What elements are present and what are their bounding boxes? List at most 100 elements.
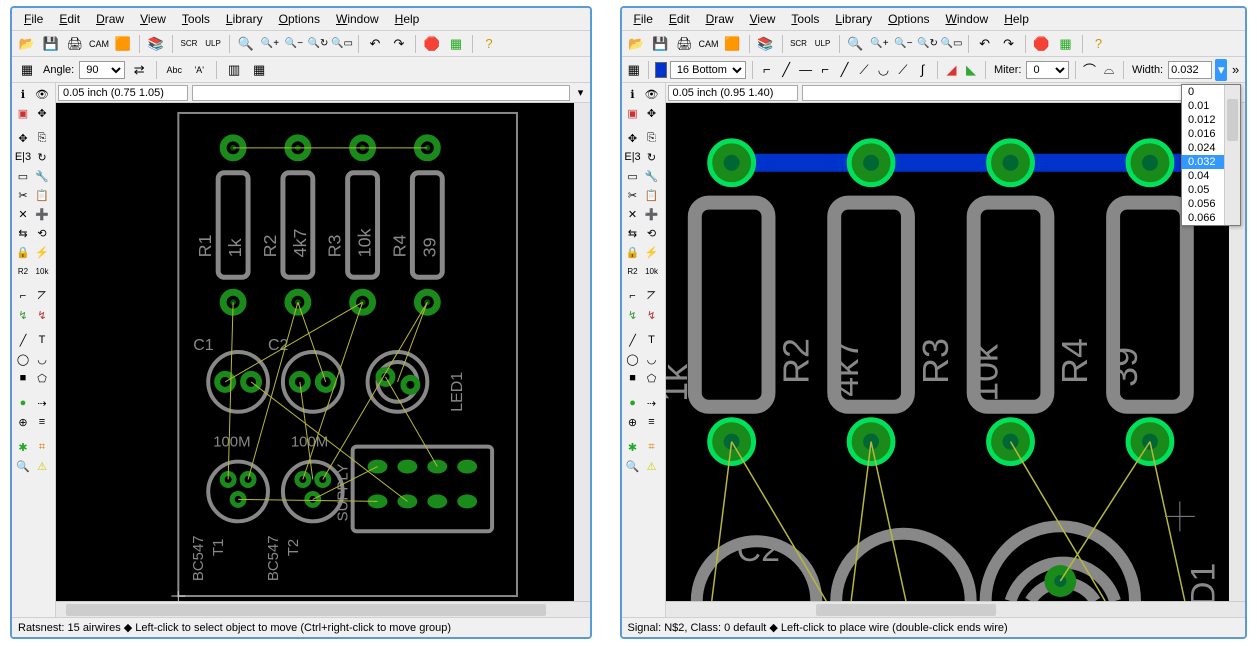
show-icon[interactable]: 👁 xyxy=(643,85,661,103)
rotate-icon[interactable]: ↻ xyxy=(33,148,51,166)
scrollbar-horizontal[interactable] xyxy=(56,601,590,617)
name-icon[interactable]: Abc xyxy=(163,59,185,81)
board-icon[interactable]: 🟧 xyxy=(722,33,744,55)
zoom-select-icon[interactable]: 🔍▭ xyxy=(941,33,963,55)
board-canvas[interactable]: R1 1k R2 4k7 R3 10k R4 39 xyxy=(56,103,590,601)
mirror-tool-icon[interactable]: E|3 xyxy=(624,148,642,166)
dropdown-scrollbar[interactable] xyxy=(1224,85,1240,225)
save-icon[interactable]: 💾 xyxy=(650,33,672,55)
erc-icon[interactable]: 🔍 xyxy=(14,457,32,475)
errors-icon[interactable]: ⚠ xyxy=(33,457,51,475)
ripup-icon[interactable]: ↯ xyxy=(643,306,661,324)
help-icon[interactable]: ? xyxy=(478,33,500,55)
redo-icon[interactable]: ↷ xyxy=(998,33,1020,55)
zoom-out-icon[interactable]: 🔍− xyxy=(283,33,305,55)
add-icon[interactable]: ➕ xyxy=(33,205,51,223)
auto-icon[interactable]: ⌗ xyxy=(33,438,51,456)
scrollbar-vertical[interactable] xyxy=(574,103,590,601)
hole-icon[interactable]: ⊕ xyxy=(14,413,32,431)
cam-icon[interactable]: CAM xyxy=(698,33,720,55)
menu-window[interactable]: Window xyxy=(938,10,997,28)
poly-icon[interactable]: ⬠ xyxy=(33,369,51,387)
group-icon[interactable]: ▭ xyxy=(14,167,32,185)
signal-icon[interactable]: ⇢ xyxy=(33,394,51,412)
miter-icon[interactable]: ⦢ xyxy=(33,287,51,305)
move-icon[interactable]: ✥ xyxy=(14,129,32,147)
bend-6-icon[interactable]: ◡ xyxy=(875,59,891,81)
value-tool-icon[interactable]: 10k xyxy=(33,262,51,280)
cam-icon[interactable]: CAM xyxy=(88,33,110,55)
print-icon[interactable]: 🖨 xyxy=(64,33,86,55)
layer-swatch[interactable] xyxy=(655,62,667,78)
route-icon[interactable]: ↯ xyxy=(14,306,32,324)
rect-icon[interactable]: ■ xyxy=(14,369,32,387)
delete-icon[interactable]: ✕ xyxy=(14,205,32,223)
stop-icon[interactable]: 🛑 xyxy=(421,33,443,55)
width-option[interactable]: 0 xyxy=(1182,85,1224,99)
circle-icon[interactable]: ◯ xyxy=(624,350,642,368)
width-option[interactable]: 0.032 xyxy=(1182,155,1224,169)
width-option[interactable]: 0.04 xyxy=(1182,169,1224,183)
zoom-in-icon[interactable]: 🔍+ xyxy=(869,33,891,55)
grid-icon[interactable]: ▦ xyxy=(16,59,38,81)
ratsnest-icon[interactable]: ✱ xyxy=(624,438,642,456)
text-icon[interactable]: T xyxy=(643,331,661,349)
menu-help[interactable]: Help xyxy=(387,10,428,28)
bend-1-icon[interactable]: ╱ xyxy=(778,59,794,81)
miter-icon[interactable]: ⦢ xyxy=(643,287,661,305)
name-tool-icon[interactable]: R2 xyxy=(14,262,32,280)
miter-combo[interactable]: 0 xyxy=(1026,61,1068,79)
signal-icon[interactable]: ⇢ xyxy=(643,394,661,412)
width-combo[interactable] xyxy=(1168,61,1212,79)
arc-icon[interactable]: ◡ xyxy=(33,350,51,368)
command-line[interactable] xyxy=(192,85,570,101)
mirror-tool-icon[interactable]: E|3 xyxy=(14,148,32,166)
paste-icon[interactable]: 📋 xyxy=(33,186,51,204)
display-icon[interactable]: ▣ xyxy=(624,104,642,122)
erc-icon[interactable]: 🔍 xyxy=(624,457,642,475)
smash-icon[interactable]: ⚡ xyxy=(643,243,661,261)
command-input[interactable] xyxy=(807,87,1220,99)
dropdown-arrow-icon[interactable]: ▾ xyxy=(574,86,588,99)
menu-tools[interactable]: Tools xyxy=(783,10,827,28)
show-icon[interactable]: 👁 xyxy=(33,85,51,103)
miter-round-icon[interactable]: ◢ xyxy=(943,59,959,81)
move-icon[interactable]: ✥ xyxy=(624,129,642,147)
change-icon[interactable]: 🔧 xyxy=(643,167,661,185)
circle-icon[interactable]: ◯ xyxy=(14,350,32,368)
menu-window[interactable]: Window xyxy=(328,10,387,28)
library-icon[interactable]: 📚 xyxy=(755,33,777,55)
menu-library[interactable]: Library xyxy=(827,10,880,28)
value-icon[interactable]: 'A' xyxy=(188,59,210,81)
width-option[interactable]: 0.012 xyxy=(1182,113,1224,127)
add-icon[interactable]: ➕ xyxy=(643,205,661,223)
rect-icon[interactable]: ■ xyxy=(624,369,642,387)
open-icon[interactable]: 📂 xyxy=(16,33,38,55)
save-icon[interactable]: 💾 xyxy=(40,33,62,55)
menu-tools[interactable]: Tools xyxy=(174,10,218,28)
rotate-icon[interactable]: ↻ xyxy=(643,148,661,166)
smash-icon[interactable]: ⚡ xyxy=(33,243,51,261)
bend-0-icon[interactable]: ⌐ xyxy=(759,59,775,81)
stop-icon[interactable]: 🛑 xyxy=(1031,33,1053,55)
bend-3-icon[interactable]: ⌐ xyxy=(817,59,833,81)
width-option[interactable]: 0.05 xyxy=(1182,183,1224,197)
bend-4-icon[interactable]: ╱ xyxy=(836,59,852,81)
split-icon[interactable]: ⌐ xyxy=(624,287,642,305)
open-icon[interactable]: 📂 xyxy=(626,33,648,55)
lock-icon[interactable]: 🔒 xyxy=(14,243,32,261)
undo-icon[interactable]: ↶ xyxy=(974,33,996,55)
wire-icon[interactable]: ╱ xyxy=(624,331,642,349)
panel1-icon[interactable]: ▥ xyxy=(223,59,245,81)
value-tool-icon[interactable]: 10k xyxy=(643,262,661,280)
menu-view[interactable]: View xyxy=(132,10,174,28)
radius-icon[interactable]: ⌒ xyxy=(1081,59,1097,81)
split-icon[interactable]: ⌐ xyxy=(14,287,32,305)
mirror-icon[interactable]: ⇄ xyxy=(128,59,150,81)
replace-icon[interactable]: ⟲ xyxy=(643,224,661,242)
layer-combo[interactable]: 16 Bottom xyxy=(670,61,746,79)
width-dropdown[interactable]: 00.010.0120.0160.0240.0320.040.050.0560.… xyxy=(1181,84,1241,226)
print-icon[interactable]: 🖨 xyxy=(674,33,696,55)
bend-2-icon[interactable]: — xyxy=(797,59,813,81)
attr-icon[interactable]: ≡ xyxy=(33,413,51,431)
